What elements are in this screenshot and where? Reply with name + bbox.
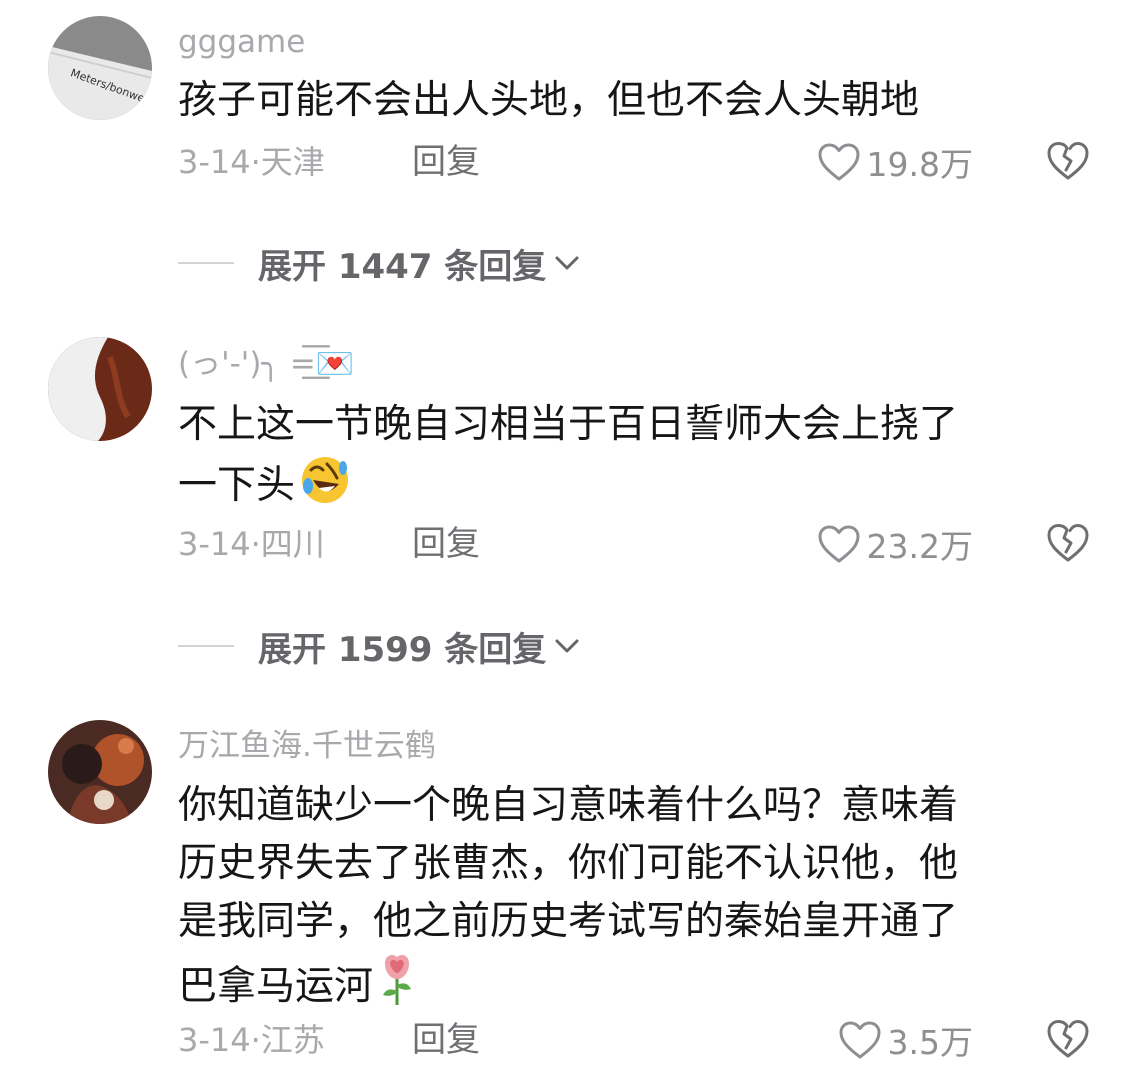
comment-date: 3-14: [178, 1021, 251, 1059]
expand-replies-button[interactable]: 展开 1599 条回复: [178, 624, 582, 670]
comment-list: Meters/bonwe gggame 孩子可能不会出人头地，但也不会人头朝地 …: [0, 0, 1141, 1080]
comment-location: 江苏: [260, 1021, 325, 1059]
like-count: 23.2万: [866, 527, 973, 566]
comment-line: 你知道缺少一个晚自习意味着什么吗？意味着: [178, 783, 959, 828]
reply-button[interactable]: 回复: [412, 1018, 480, 1062]
comment-line: 一下头: [178, 463, 296, 508]
heart-outline-icon: [818, 525, 860, 563]
chevron-down-icon: [555, 256, 579, 270]
comment-line: 历史界失去了张曹杰，你们可能不认识他，他: [178, 841, 959, 886]
chevron-down-icon: [555, 639, 579, 653]
broken-heart-icon: [1047, 142, 1089, 180]
divider-dash: [178, 645, 234, 647]
meta-separator: ·: [250, 1021, 261, 1059]
comment-meta: 3-14·天津: [178, 140, 325, 184]
comment-location: 四川: [260, 525, 325, 563]
comment-meta: 3-14·四川: [178, 522, 325, 566]
rose-emoji: [383, 955, 412, 1005]
rolling-laughing-emoji: [302, 457, 349, 503]
comment-line: 是我同学，他之前历史考试写的秦始皇开通了: [178, 899, 959, 944]
comment-meta: 3-14·江苏: [178, 1018, 325, 1062]
expand-replies-label: 展开 1599 条回复: [258, 629, 547, 670]
avatar[interactable]: [48, 720, 152, 824]
heart-outline-icon: [818, 143, 860, 181]
like-button[interactable]: 23.2万: [817, 522, 973, 566]
comment-date: 3-14: [178, 525, 251, 563]
avatar[interactable]: Meters/bonwe: [48, 16, 152, 120]
expand-replies-button[interactable]: 展开 1447 条回复: [178, 241, 582, 287]
divider-dash: [178, 262, 234, 264]
like-button[interactable]: 19.8万: [817, 140, 973, 184]
broken-heart-icon: [1047, 1020, 1089, 1058]
comment-location: 天津: [260, 143, 325, 181]
dislike-button[interactable]: [1046, 522, 1090, 566]
like-count: 19.8万: [866, 145, 973, 184]
dislike-button[interactable]: [1046, 140, 1090, 184]
comment-text: 孩子可能不会出人头地，但也不会人头朝地: [178, 72, 1078, 130]
comment-text: 不上这一节晚自习相当于百日誓师大会上挠了 一下头: [178, 396, 1078, 512]
avatar[interactable]: [48, 337, 152, 441]
like-button[interactable]: 3.5万: [838, 1018, 973, 1062]
comment-text: 你知道缺少一个晚自习意味着什么吗？意味着 历史界失去了张曹杰，你们可能不认识他，…: [178, 777, 1078, 1009]
comment-line-with-emoji: 巴拿马运河: [178, 951, 1078, 1009]
meta-separator: ·: [250, 143, 261, 181]
username[interactable]: (っ'-')╮ =͟͟͞͞💌: [178, 344, 355, 384]
dislike-button[interactable]: [1046, 1018, 1090, 1062]
heart-outline-icon: [839, 1021, 881, 1059]
reply-button[interactable]: 回复: [412, 140, 480, 184]
comment-line: 不上这一节晚自习相当于百日誓师大会上挠了: [178, 402, 959, 447]
meta-separator: ·: [250, 525, 261, 563]
reply-button[interactable]: 回复: [412, 522, 480, 566]
broken-heart-icon: [1047, 524, 1089, 562]
comment-line-with-emoji: 一下头: [178, 454, 1078, 512]
like-count: 3.5万: [887, 1023, 973, 1062]
expand-replies-label: 展开 1447 条回复: [258, 246, 547, 287]
comment-line: 孩子可能不会出人头地，但也不会人头朝地: [178, 78, 920, 123]
username[interactable]: gggame: [178, 22, 305, 62]
comment-line: 巴拿马运河: [178, 964, 374, 1009]
username[interactable]: 万江鱼海.千世云鹤: [178, 726, 436, 766]
comment-date: 3-14: [178, 143, 251, 181]
